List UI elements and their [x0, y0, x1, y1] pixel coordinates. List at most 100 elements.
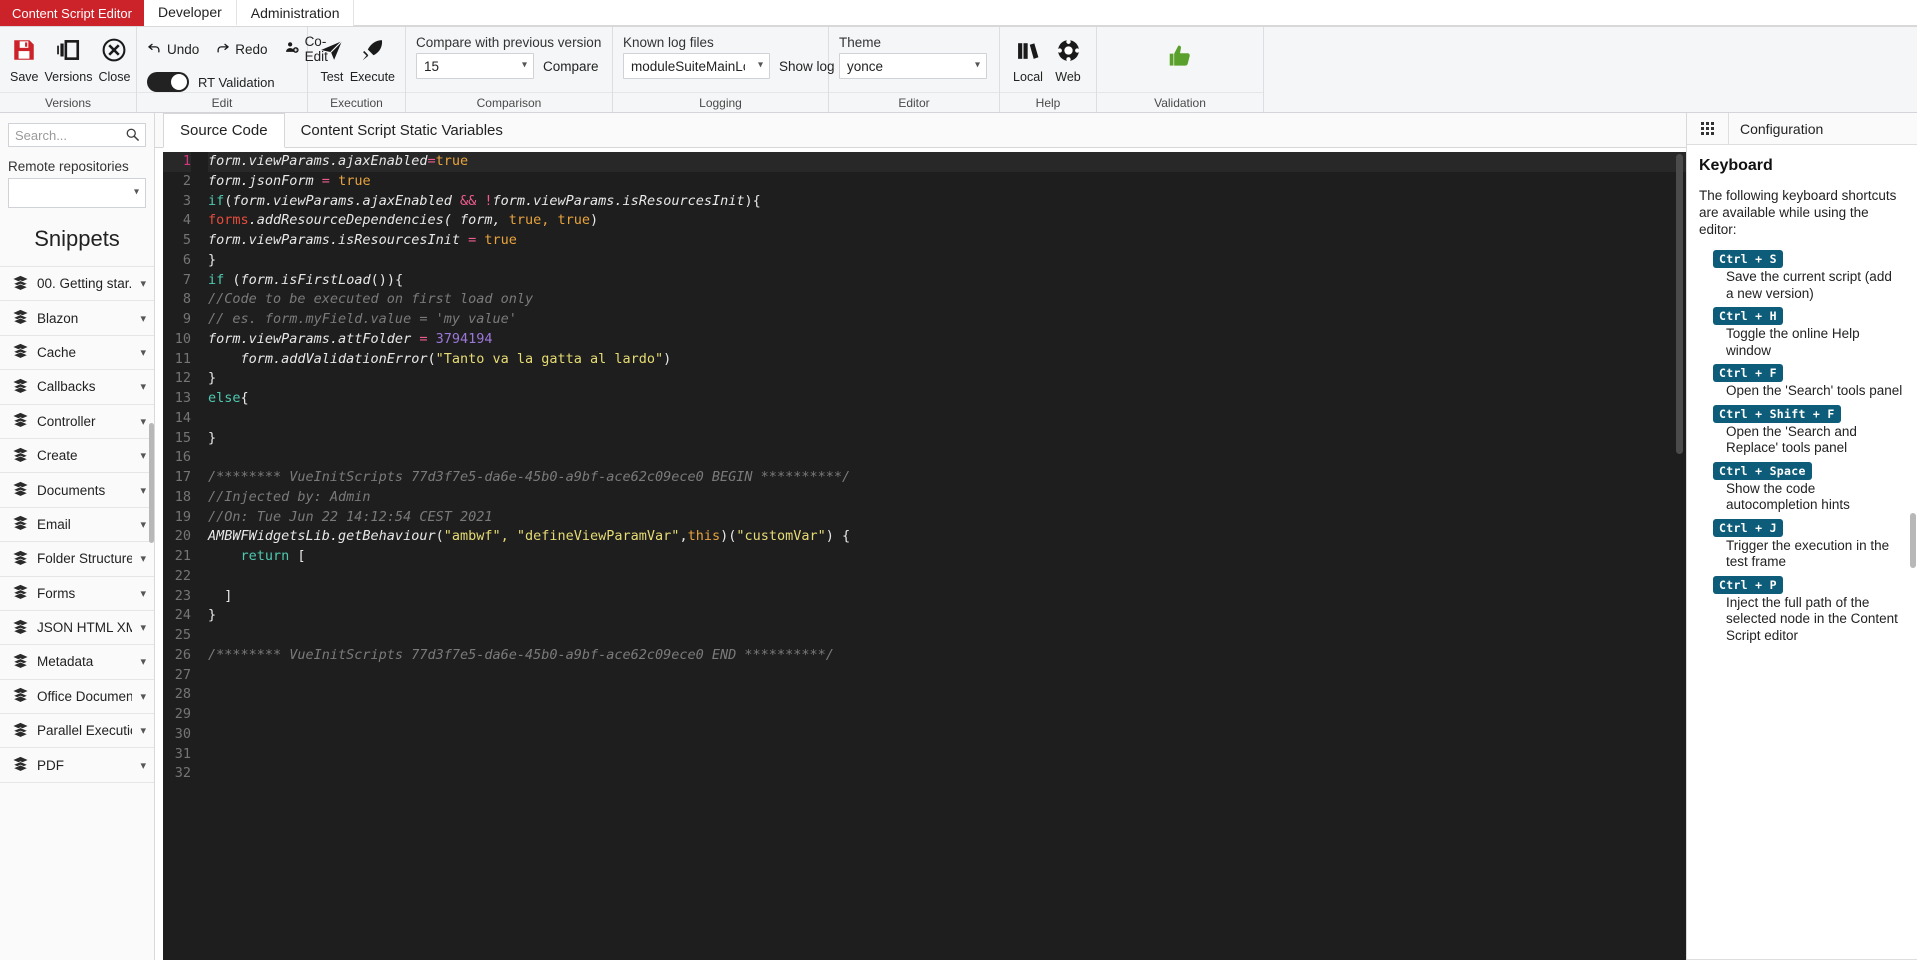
code-token: }: [208, 252, 216, 268]
chevron-down-icon[interactable]: ▾: [140, 690, 146, 703]
snippet-category-item[interactable]: Cache▾: [0, 336, 154, 370]
floppy-disk-icon: [11, 35, 37, 65]
code-line[interactable]: [208, 448, 1686, 468]
code-line[interactable]: /******** VueInitScripts 77d3f7e5-da6e-4…: [208, 646, 1686, 666]
code-line[interactable]: }: [208, 429, 1686, 449]
chevron-down-icon[interactable]: ▾: [140, 621, 146, 634]
code-editor[interactable]: 1234567891011121314151617181920212223242…: [163, 152, 1686, 960]
compare-version-select[interactable]: 15: [416, 53, 534, 79]
snippet-category-item[interactable]: Create▾: [0, 439, 154, 473]
rt-validation-toggle[interactable]: [147, 72, 189, 92]
tab-content-script-static-variables[interactable]: Content Script Static Variables: [285, 113, 519, 147]
code-line[interactable]: [208, 685, 1686, 705]
snippet-category-item[interactable]: Parallel Execution▾: [0, 714, 154, 748]
chevron-down-icon[interactable]: ▾: [140, 655, 146, 668]
code-token: [: [289, 548, 305, 564]
snippet-category-item[interactable]: Controller ▾: [0, 405, 154, 439]
close-button[interactable]: Close: [98, 31, 130, 84]
chevron-down-icon[interactable]: ▾: [140, 449, 146, 462]
code-line[interactable]: [208, 567, 1686, 587]
snippet-category-item[interactable]: JSON HTML XML▾: [0, 611, 154, 645]
theme-select[interactable]: yonce: [839, 53, 987, 79]
code-line[interactable]: [208, 705, 1686, 725]
search-icon[interactable]: [125, 127, 140, 145]
chevron-down-icon[interactable]: ▾: [140, 380, 146, 393]
code-line[interactable]: [208, 764, 1686, 784]
chevron-down-icon[interactable]: ▾: [140, 277, 146, 290]
snippet-category-item[interactable]: PDF▾: [0, 748, 154, 782]
code-line[interactable]: form.addValidationError("Tanto va la gat…: [208, 350, 1686, 370]
snippet-category-label: Controller: [37, 414, 132, 429]
code-line[interactable]: [208, 666, 1686, 686]
versions-button[interactable]: Versions: [45, 31, 93, 84]
code-line[interactable]: [208, 725, 1686, 745]
code-line[interactable]: //On: Tue Jun 22 14:12:54 CEST 2021: [208, 508, 1686, 528]
snippet-category-item[interactable]: Documents▾: [0, 473, 154, 507]
code-line[interactable]: //Code to be executed on first load only: [208, 290, 1686, 310]
tab-administration[interactable]: Administration: [237, 0, 355, 26]
line-number: 31: [163, 745, 191, 765]
test-button[interactable]: Test: [318, 31, 346, 84]
sidebar-scrollbar-thumb[interactable]: [149, 423, 154, 543]
code-line[interactable]: form.jsonForm = true: [208, 172, 1686, 192]
code-line[interactable]: else{: [208, 389, 1686, 409]
chevron-down-icon[interactable]: ▾: [140, 346, 146, 359]
snippet-category-item[interactable]: Blazon▾: [0, 301, 154, 335]
code-line[interactable]: // es. form.myField.value = 'my value': [208, 310, 1686, 330]
code-line[interactable]: ]: [208, 587, 1686, 607]
show-log-button[interactable]: Show log: [779, 59, 835, 74]
code-line[interactable]: form.viewParams.ajaxEnabled=true: [208, 152, 1686, 172]
code-line[interactable]: forms.addResourceDependencies( form, tru…: [208, 211, 1686, 231]
chevron-down-icon[interactable]: ▾: [140, 724, 146, 737]
code-line[interactable]: [208, 745, 1686, 765]
known-log-files-select[interactable]: moduleSuiteMainLog: [623, 53, 770, 79]
code-token: =: [468, 232, 476, 248]
compare-button[interactable]: Compare: [543, 59, 599, 74]
snippet-category-item[interactable]: Callbacks▾: [0, 370, 154, 404]
code-line[interactable]: [208, 626, 1686, 646]
help-local-button[interactable]: Local: [1010, 31, 1046, 84]
grid-apps-icon[interactable]: [1687, 113, 1729, 144]
shortcut-description: Toggle the online Help window: [1726, 326, 1903, 359]
code-line[interactable]: return [: [208, 547, 1686, 567]
snippet-category-item[interactable]: Office Documents▾: [0, 680, 154, 714]
snippet-category-item[interactable]: Email▾: [0, 508, 154, 542]
validation-status-button[interactable]: [1155, 37, 1205, 71]
code-line[interactable]: /******** VueInitScripts 77d3f7e5-da6e-4…: [208, 468, 1686, 488]
chevron-down-icon[interactable]: ▾: [140, 484, 146, 497]
snippet-category-label: Metadata: [37, 654, 132, 669]
chevron-down-icon[interactable]: ▾: [140, 415, 146, 428]
code-line[interactable]: [208, 409, 1686, 429]
redo-button[interactable]: Redo: [215, 40, 267, 58]
code-line[interactable]: }: [208, 369, 1686, 389]
undo-button[interactable]: Undo: [147, 40, 199, 58]
code-line[interactable]: if(form.viewParams.ajaxEnabled && !form.…: [208, 192, 1686, 212]
code-line[interactable]: AMBWFWidgetsLib.getBehaviour("ambwf", "d…: [208, 527, 1686, 547]
code-line[interactable]: }: [208, 606, 1686, 626]
code-line[interactable]: //Injected by: Admin: [208, 488, 1686, 508]
app-brand-tab[interactable]: Content Script Editor: [0, 0, 144, 26]
code-line[interactable]: if (form.isFirstLoad()){: [208, 271, 1686, 291]
tab-developer[interactable]: Developer: [144, 0, 237, 26]
help-web-button[interactable]: Web: [1050, 31, 1086, 84]
snippet-category-item[interactable]: Folder Structures▾: [0, 542, 154, 576]
chevron-down-icon[interactable]: ▾: [140, 759, 146, 772]
code-line[interactable]: form.viewParams.isResourcesInit = true: [208, 231, 1686, 251]
chevron-down-icon[interactable]: ▾: [140, 552, 146, 565]
execute-button[interactable]: Execute: [350, 31, 395, 84]
snippet-category-item[interactable]: Metadata ▾: [0, 645, 154, 679]
snippet-category-item[interactable]: 00. Getting star...▾: [0, 267, 154, 301]
tab-source-code[interactable]: Source Code: [163, 113, 285, 148]
configuration-scrollbar-thumb[interactable]: [1910, 513, 1916, 568]
code-vertical-scrollbar-thumb[interactable]: [1676, 154, 1683, 454]
code-line[interactable]: form.viewParams.attFolder = 3794194: [208, 330, 1686, 350]
chevron-down-icon[interactable]: ▾: [140, 518, 146, 531]
chevron-down-icon[interactable]: ▾: [140, 587, 146, 600]
remote-repositories-select[interactable]: [8, 178, 146, 208]
code-text-area[interactable]: form.viewParams.ajaxEnabled=trueform.jso…: [199, 152, 1686, 960]
snippet-category-item[interactable]: Forms▾: [0, 577, 154, 611]
tab-configuration[interactable]: Configuration: [1729, 113, 1834, 144]
code-line[interactable]: }: [208, 251, 1686, 271]
save-button[interactable]: Save: [10, 31, 39, 84]
chevron-down-icon[interactable]: ▾: [140, 312, 146, 325]
